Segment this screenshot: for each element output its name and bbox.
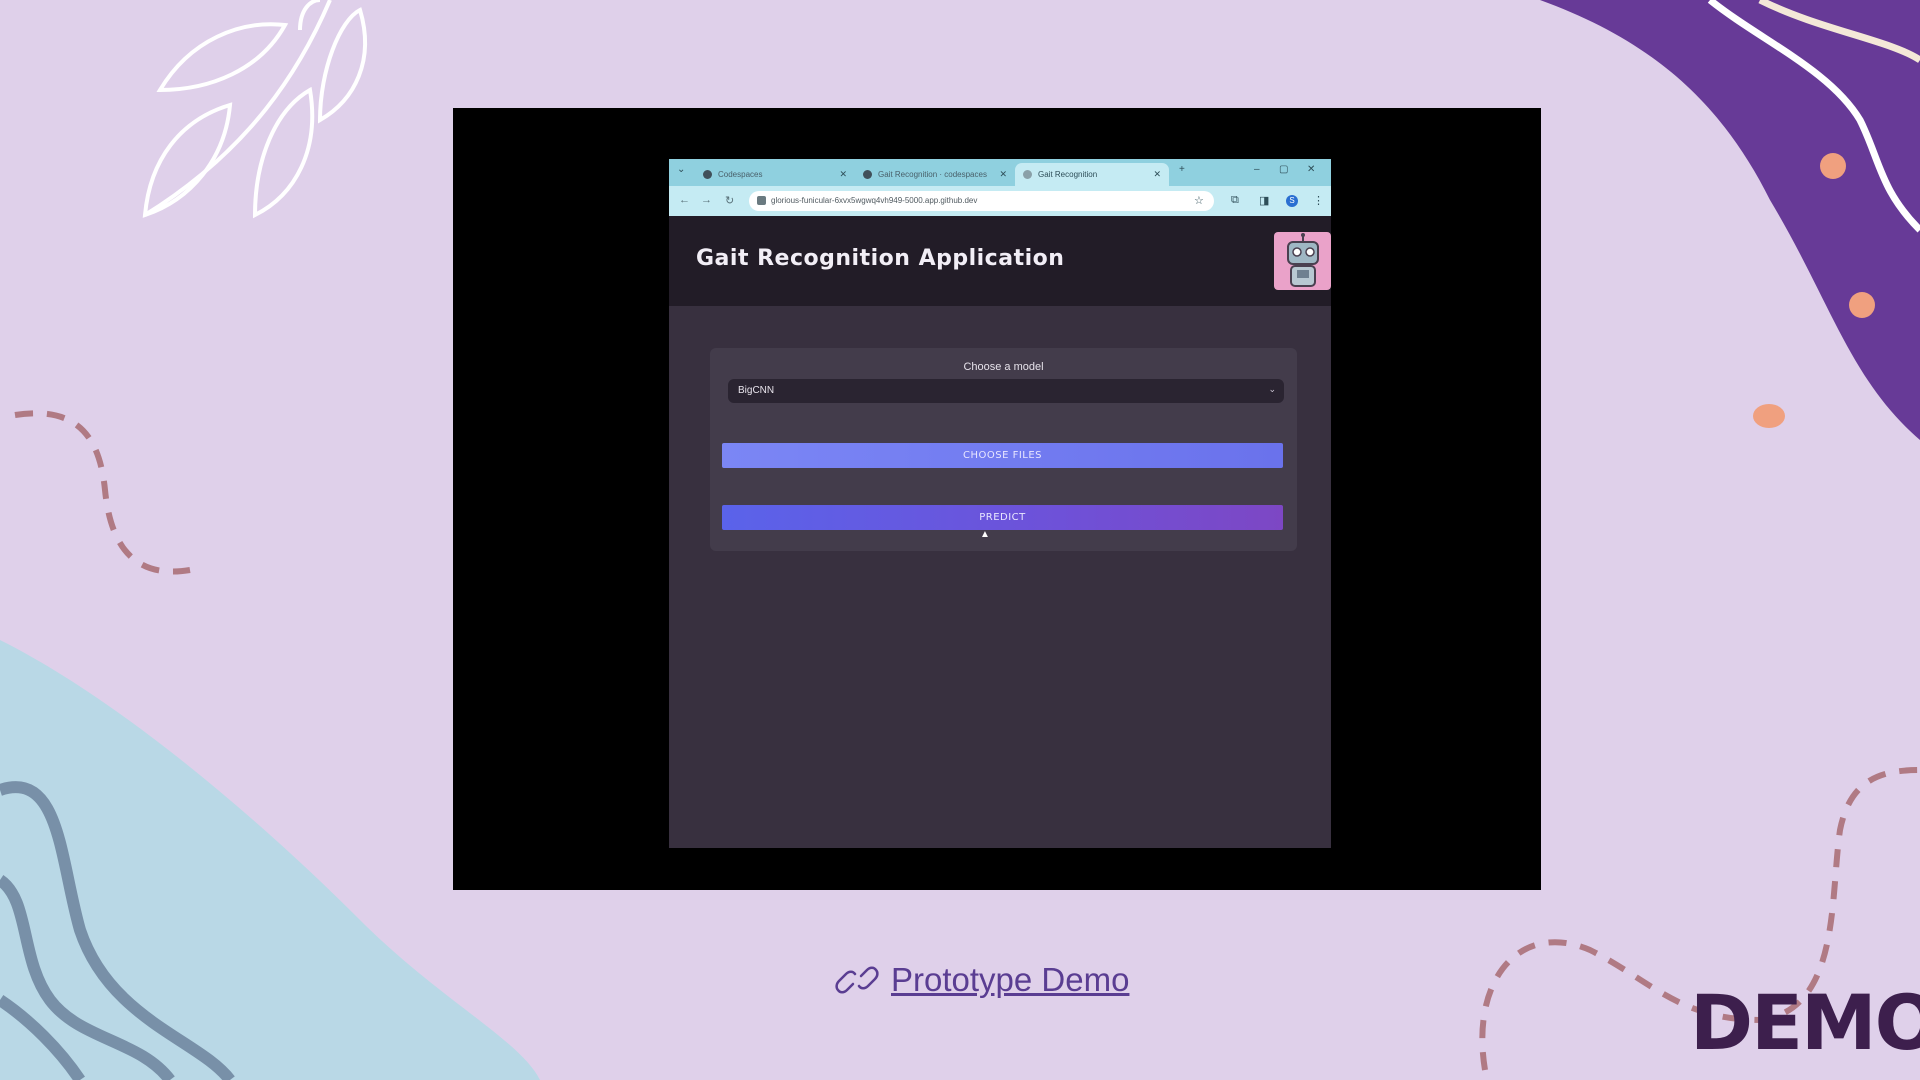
link-icon xyxy=(835,966,879,994)
model-label: Choose a model xyxy=(963,361,1044,373)
maximize-icon[interactable]: ▢ xyxy=(1279,164,1288,175)
browser-window: ⌄ Codespaces ✕ Gait Recognition · codesp… xyxy=(669,159,1331,848)
new-tab-icon[interactable]: + xyxy=(1179,164,1185,175)
prediction-card: Choose a model BigCNN ⌄ CHOOSE FILES PRE… xyxy=(710,348,1297,551)
model-select[interactable]: BigCNN ⌄ xyxy=(728,379,1284,403)
back-icon[interactable]: ← xyxy=(679,194,690,206)
mouse-cursor-icon: ▲ xyxy=(980,529,990,540)
video-frame: ⌄ Codespaces ✕ Gait Recognition · codesp… xyxy=(453,108,1541,890)
demo-badge: DEMO xyxy=(1690,978,1920,1067)
site-info-icon[interactable] xyxy=(757,196,766,205)
extensions-icon[interactable]: ⧉ xyxy=(1231,194,1239,207)
browser-toolbar: ← → ↻ glorious-funicular-6xvx5wgwq4vh949… xyxy=(669,186,1331,216)
tab-codespaces[interactable]: Codespaces ✕ xyxy=(695,163,855,186)
tab-label: Gait Recognition · codespaces xyxy=(878,170,987,179)
selected-model: BigCNN xyxy=(738,385,775,396)
side-panel-icon[interactable]: ◨ xyxy=(1259,194,1269,207)
link-text[interactable]: Prototype Demo xyxy=(891,961,1129,999)
url-text: glorious-funicular-6xvx5wgwq4vh949-5000.… xyxy=(771,196,978,205)
predict-button[interactable]: PREDICT xyxy=(722,505,1283,530)
close-icon[interactable]: ✕ xyxy=(839,169,847,180)
profile-avatar[interactable]: S xyxy=(1286,195,1298,207)
prototype-demo-link[interactable]: Prototype Demo xyxy=(835,958,1129,1002)
menu-icon[interactable]: ⋮ xyxy=(1313,194,1324,207)
tab-github[interactable]: Gait Recognition · codespaces ✕ xyxy=(855,163,1015,186)
address-bar[interactable]: glorious-funicular-6xvx5wgwq4vh949-5000.… xyxy=(749,191,1214,211)
tab-label: Gait Recognition xyxy=(1038,170,1098,179)
github-icon xyxy=(863,170,872,179)
window-close-icon[interactable]: ✕ xyxy=(1307,164,1315,175)
close-icon[interactable]: ✕ xyxy=(999,169,1007,180)
chevron-down-icon: ⌄ xyxy=(1268,384,1276,394)
app-body: Choose a model BigCNN ⌄ CHOOSE FILES PRE… xyxy=(669,306,1331,848)
close-icon[interactable]: ✕ xyxy=(1153,169,1161,180)
minimize-icon[interactable]: – xyxy=(1254,164,1260,175)
tab-gait-recognition[interactable]: Gait Recognition ✕ xyxy=(1015,163,1169,186)
tab-search-icon[interactable]: ⌄ xyxy=(677,164,685,175)
globe-icon xyxy=(1023,170,1032,179)
forward-icon[interactable]: → xyxy=(701,194,712,206)
tab-label: Codespaces xyxy=(718,170,763,179)
github-icon xyxy=(703,170,712,179)
tab-strip: ⌄ Codespaces ✕ Gait Recognition · codesp… xyxy=(669,159,1331,186)
app-title: Gait Recognition Application xyxy=(696,246,1065,271)
robot-logo xyxy=(1274,232,1331,290)
app-header: Gait Recognition Application xyxy=(669,216,1331,306)
choose-files-button[interactable]: CHOOSE FILES xyxy=(722,443,1283,468)
star-icon[interactable]: ☆ xyxy=(1194,194,1204,207)
reload-icon[interactable]: ↻ xyxy=(725,194,734,207)
